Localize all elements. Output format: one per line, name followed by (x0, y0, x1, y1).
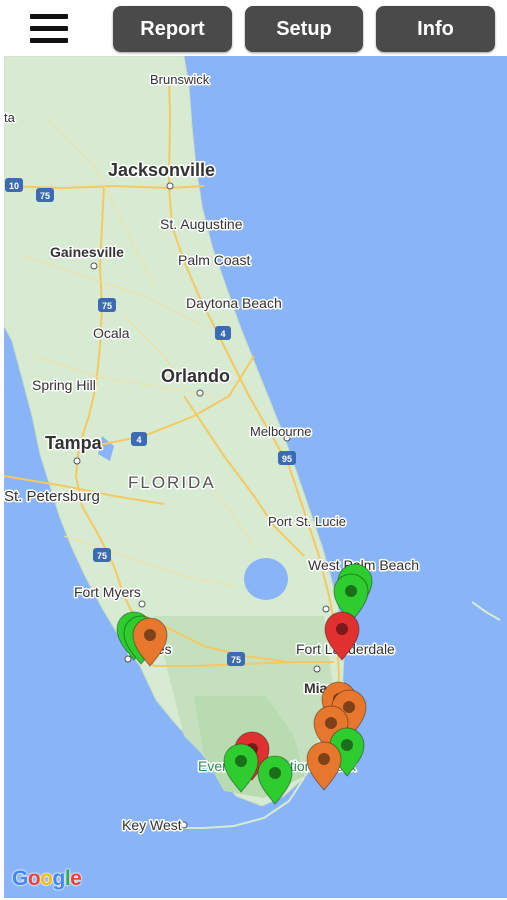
map-canvas: 10 75 75 4 4 95 75 75 Brunswick Jacksonv… (4, 56, 501, 835)
hamburger-menu-icon[interactable] (30, 12, 68, 44)
report-button[interactable]: Report (113, 6, 232, 52)
setup-button[interactable]: Setup (245, 6, 363, 52)
city-label: Palm Coast (178, 252, 250, 268)
marker-center-dot (318, 753, 330, 765)
city-label: Tampa (45, 433, 103, 453)
map-marker-orange[interactable] (306, 741, 342, 791)
city-label: St. Augustine (160, 216, 243, 232)
svg-text:10: 10 (9, 181, 19, 191)
marker-center-dot (343, 701, 355, 713)
interstate-shield: 4 (131, 432, 147, 446)
city-label: Melbourne (250, 424, 311, 439)
marker-center-dot (325, 717, 337, 729)
city-label: Fort Myers (74, 584, 141, 600)
info-button[interactable]: Info (376, 6, 495, 52)
top-toolbar: Report Setup Info (0, 0, 507, 56)
city-label: Ocala (93, 325, 130, 341)
city-label: Key West (122, 817, 182, 833)
interstate-shield: 10 (5, 178, 23, 192)
interstate-shield: 75 (93, 548, 111, 562)
interstate-shield: 75 (98, 298, 116, 312)
marker-center-dot (269, 767, 281, 779)
city-label: Orlando (161, 366, 230, 386)
lake-okeechobee (244, 558, 288, 600)
marker-center-dot (235, 755, 247, 767)
svg-text:75: 75 (40, 191, 50, 201)
svg-text:75: 75 (231, 655, 241, 665)
svg-text:4: 4 (136, 435, 141, 445)
city-label: Port St. Lucie (268, 514, 346, 529)
interstate-shield: 75 (227, 652, 245, 666)
city-label: Daytona Beach (186, 295, 282, 311)
svg-text:95: 95 (282, 454, 292, 464)
google-attribution-logo: Google (12, 867, 82, 890)
svg-text:75: 75 (97, 551, 107, 561)
interstate-shield: 75 (36, 188, 54, 202)
city-label: Jacksonville (108, 160, 215, 180)
city-label: Gainesville (50, 244, 124, 260)
interstate-shield: 4 (215, 326, 231, 340)
city-label: St. Petersburg (4, 488, 100, 505)
city-label: Brunswick (150, 72, 210, 87)
svg-text:75: 75 (102, 301, 112, 311)
city-label: Spring Hill (32, 377, 96, 393)
map-view[interactable]: 10 75 75 4 4 95 75 75 Brunswick Jacksonv… (4, 56, 507, 898)
far-key (471, 601, 501, 621)
interstate-shield: 95 (278, 451, 296, 465)
marker-center-dot (144, 629, 156, 641)
edge-label: ta (4, 110, 16, 125)
svg-text:4: 4 (220, 329, 225, 339)
marker-center-dot (345, 585, 357, 597)
marker-center-dot (336, 623, 348, 635)
region-label: FLORIDA (128, 473, 216, 492)
marker-center-dot (341, 739, 353, 751)
